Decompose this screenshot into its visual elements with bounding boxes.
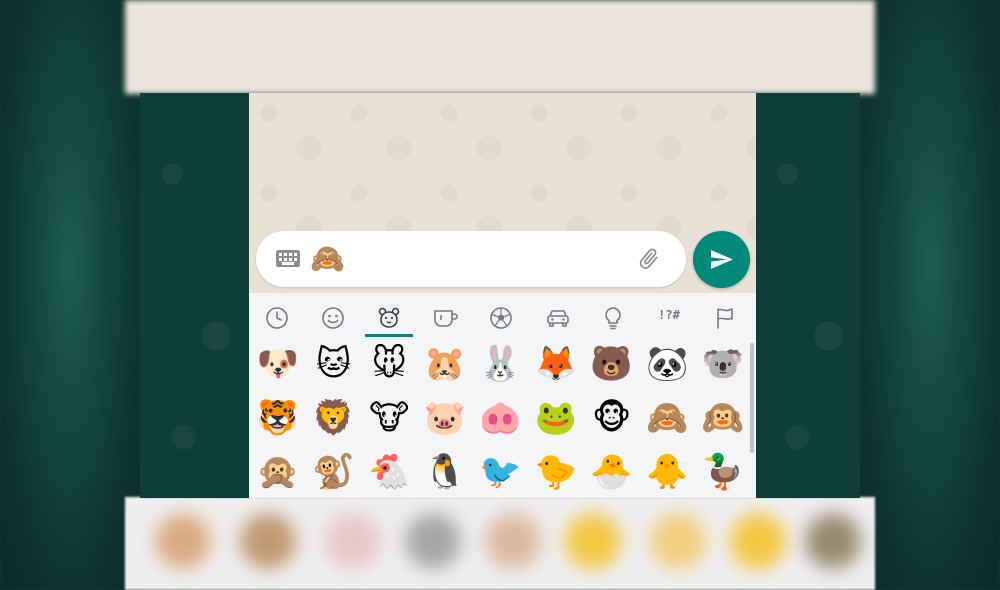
emoji-cell[interactable]: 🐰 bbox=[472, 337, 528, 391]
send-button[interactable] bbox=[693, 231, 750, 288]
emoji-cell[interactable]: 🐸 bbox=[528, 391, 584, 445]
emoji-cell[interactable]: 🐯 bbox=[250, 391, 306, 445]
message-input[interactable]: 🙈 bbox=[256, 231, 686, 287]
clock-icon bbox=[266, 307, 288, 329]
message-text: 🙈 bbox=[310, 242, 345, 275]
blurred-backdrop-bottom bbox=[125, 497, 875, 590]
tab-animals[interactable] bbox=[361, 297, 417, 337]
chat-wallpaper-left bbox=[140, 93, 249, 498]
keyboard-icon[interactable] bbox=[276, 250, 300, 267]
emoji-cell[interactable]: 🐼 bbox=[639, 337, 695, 391]
tab-recent[interactable] bbox=[249, 297, 305, 337]
emoji-grid: 🐶 🐱 🐭 🐹 🐰 🦊 🐻 🐼 🐨 🐯 🦁 🐮 🐷 🐽 🐸 🐵 🙈 🙉 🙊 🐒 🐔 🐧 🐦 🐤 🐣 🐥 🦆 bbox=[249, 337, 749, 498]
emoji-cell[interactable]: 🐻 bbox=[584, 337, 640, 391]
emoji-cell[interactable]: 🐦 bbox=[472, 445, 528, 498]
emoji-cell[interactable]: 🐣 bbox=[584, 445, 640, 498]
screenshot-frame: 🙈 !?# 🐶 🐱 🐭 🐹 🐰 🦊 🐻 🐼 🐨 🐯 🦁 🐮 🐷 🐽 🐸 🐵 🙈 … bbox=[140, 93, 860, 498]
blurred-backdrop-left bbox=[0, 0, 140, 590]
paperclip-icon[interactable] bbox=[636, 245, 662, 273]
tab-objects[interactable] bbox=[585, 297, 641, 337]
emoji-keyboard: !?# 🐶 🐱 🐭 🐹 🐰 🦊 🐻 🐼 🐨 🐯 🦁 🐮 🐷 🐽 🐸 🐵 🙈 🙉 🙊 🐒 🐔 🐧 🐦 🐤 🐣 🐥 🦆 bbox=[249, 293, 756, 498]
emoji-cell[interactable]: 🐤 bbox=[528, 445, 584, 498]
emoji-cell[interactable]: 🐱 bbox=[306, 337, 362, 391]
emoji-cell[interactable]: 🐵 bbox=[584, 391, 640, 445]
emoji-cell[interactable]: 🐥 bbox=[639, 445, 695, 498]
blurred-backdrop-top bbox=[125, 0, 875, 94]
emoji-scrollbar[interactable] bbox=[750, 343, 754, 453]
blurred-backdrop-right bbox=[860, 0, 1000, 590]
tab-smileys[interactable] bbox=[305, 297, 361, 337]
tab-travel[interactable] bbox=[529, 297, 585, 337]
smiley-icon bbox=[322, 307, 344, 329]
car-icon bbox=[547, 310, 569, 327]
flag-icon bbox=[717, 308, 733, 329]
emoji-cell[interactable]: 🐽 bbox=[472, 391, 528, 445]
tab-activity[interactable] bbox=[473, 297, 529, 337]
emoji-cell[interactable]: 🦆 bbox=[695, 445, 751, 498]
emoji-cell[interactable]: 🐧 bbox=[417, 445, 473, 498]
emoji-cell[interactable]: 🐷 bbox=[417, 391, 473, 445]
emoji-cell[interactable]: 🦁 bbox=[306, 391, 362, 445]
tab-symbols[interactable]: !?# bbox=[641, 297, 697, 337]
emoji-category-tabs: !?# bbox=[249, 297, 756, 337]
emoji-cell[interactable]: 🐔 bbox=[361, 445, 417, 498]
lightbulb-icon bbox=[605, 307, 621, 330]
emoji-cell[interactable]: 🐒 bbox=[306, 445, 362, 498]
bear-icon bbox=[378, 307, 400, 328]
emoji-cell[interactable]: 🙉 bbox=[695, 391, 751, 445]
emoji-cell[interactable]: 🐨 bbox=[695, 337, 751, 391]
emoji-cell[interactable]: 🙊 bbox=[250, 445, 306, 498]
phone-screen: 🙈 !?# 🐶 🐱 🐭 🐹 🐰 🦊 🐻 🐼 🐨 🐯 🦁 🐮 🐷 🐽 🐸 🐵 🙈 … bbox=[249, 93, 756, 498]
cup-icon bbox=[434, 310, 458, 327]
soccer-ball-icon bbox=[490, 307, 512, 329]
tab-food[interactable] bbox=[417, 297, 473, 337]
emoji-cell[interactable]: 🐹 bbox=[417, 337, 473, 391]
emoji-cell[interactable]: 🐶 bbox=[250, 337, 306, 391]
tab-flags[interactable] bbox=[697, 297, 753, 337]
send-icon bbox=[711, 250, 733, 269]
chat-wallpaper-right bbox=[756, 93, 860, 498]
emoji-cell[interactable]: 🐮 bbox=[361, 391, 417, 445]
emoji-cell[interactable]: 🙈 bbox=[639, 391, 695, 445]
emoji-cell[interactable]: 🦊 bbox=[528, 337, 584, 391]
emoji-cell[interactable]: 🐭 bbox=[361, 337, 417, 391]
symbols-icon: !?# bbox=[658, 308, 680, 322]
